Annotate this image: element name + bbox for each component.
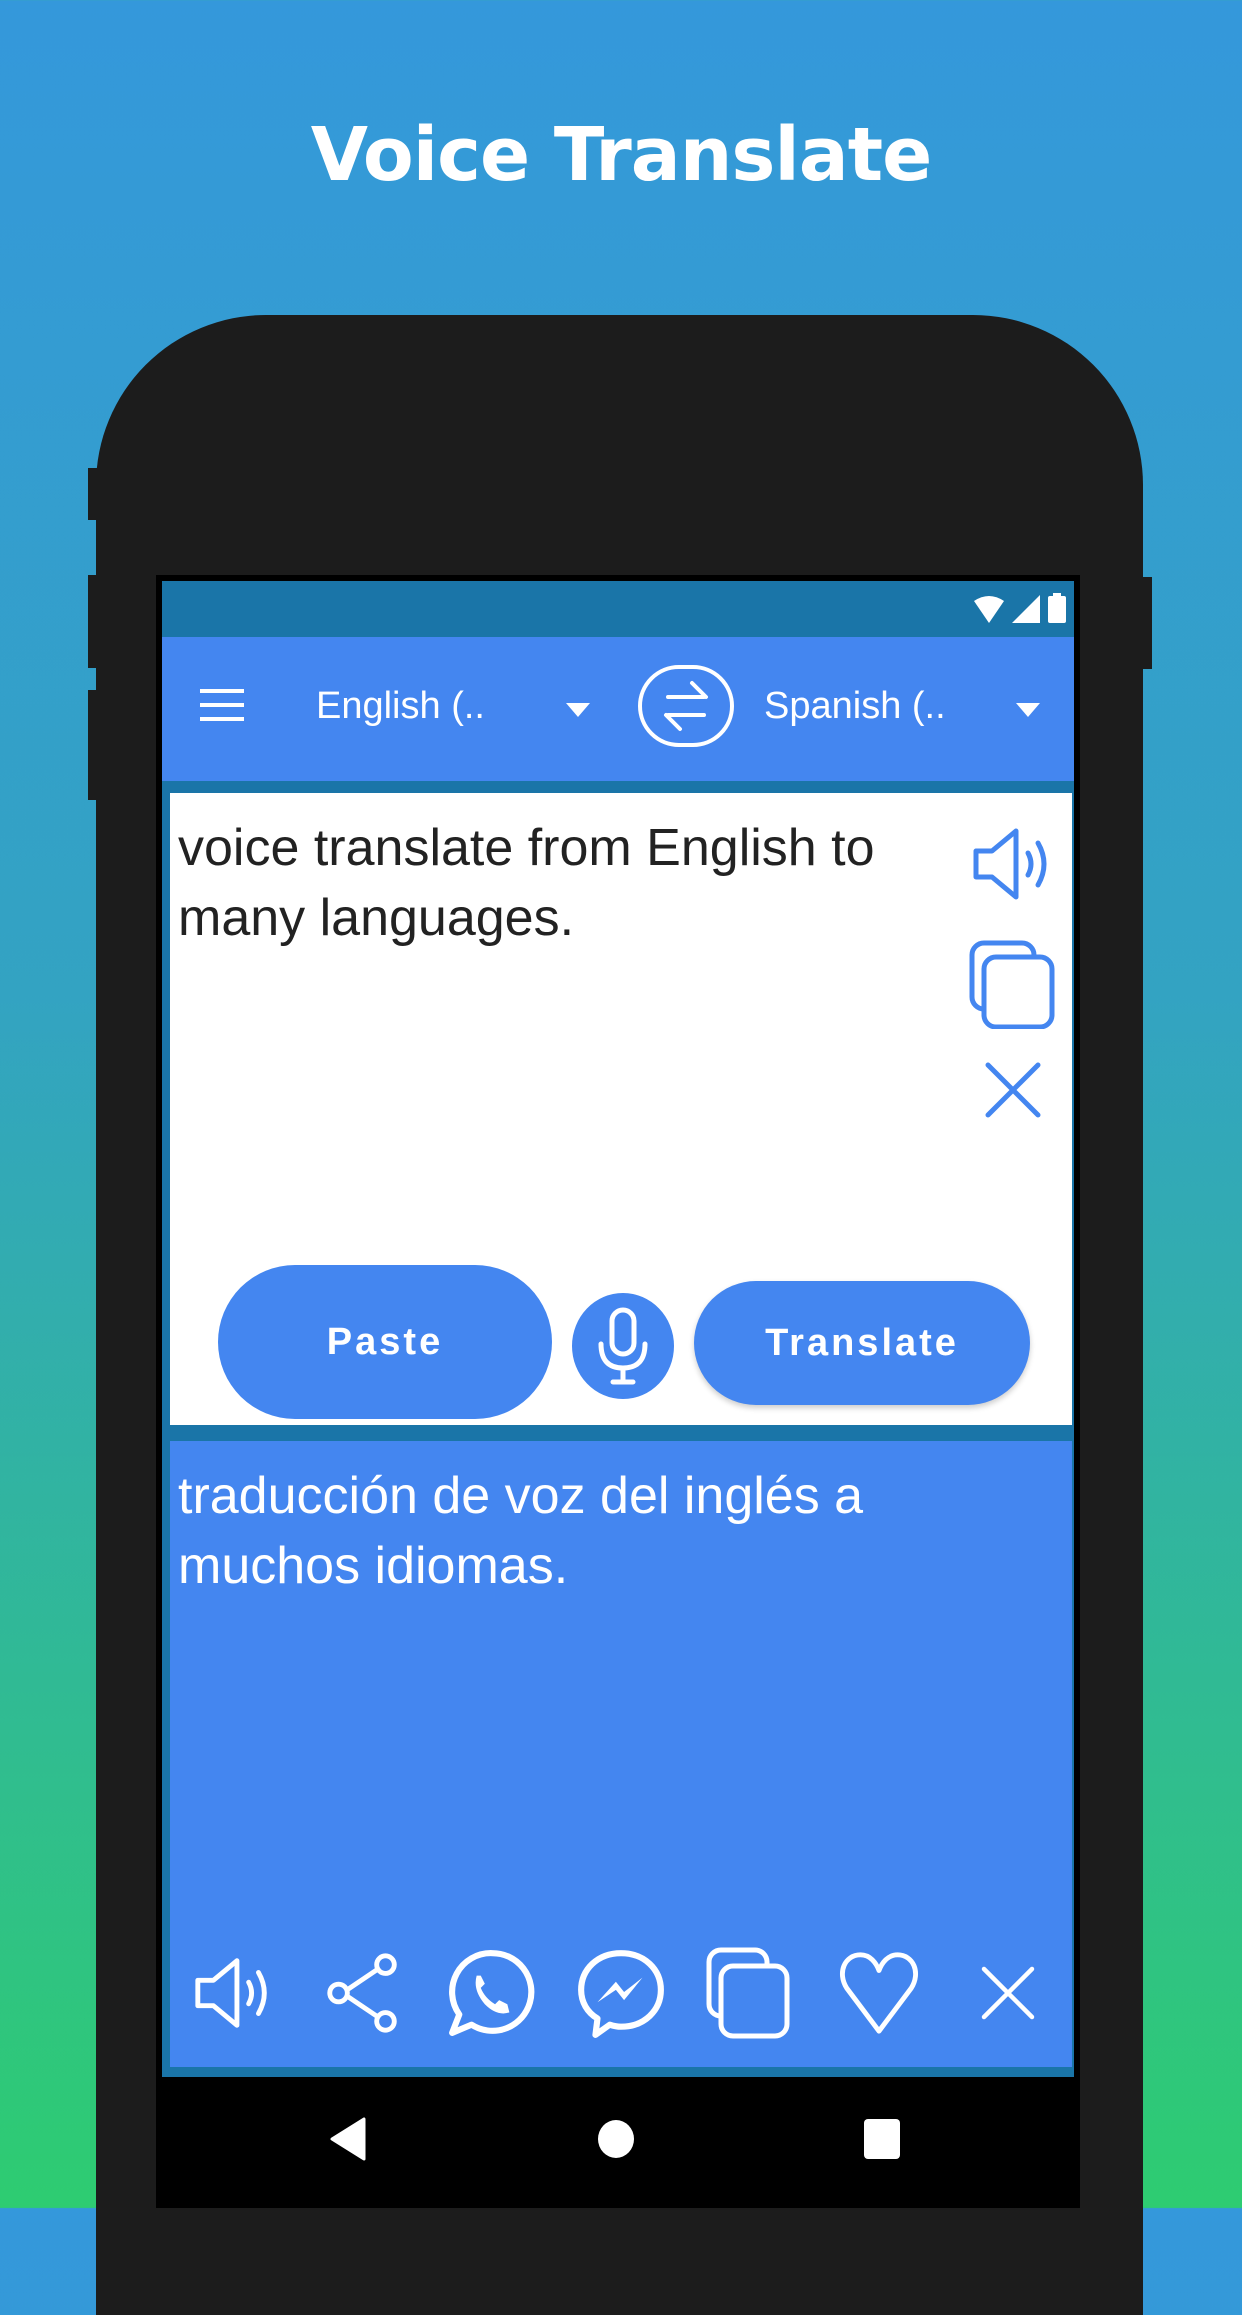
microphone-button[interactable] [572,1293,674,1399]
speaker-icon [195,1958,267,2028]
input-panel: voice translate from English to many lan… [170,793,1072,1425]
source-text-input[interactable]: voice translate from English to many lan… [178,813,938,953]
source-language-select[interactable]: English (.. [316,685,485,728]
target-language-label: Spanish (.. [764,685,946,727]
share-button[interactable] [315,1945,411,2041]
signal-icon [1012,595,1040,623]
whatsapp-button[interactable] [444,1945,540,2041]
clear-icon [981,1966,1035,2020]
source-language-label: English (.. [316,685,485,727]
whatsapp-icon [449,1950,535,2036]
back-icon[interactable] [328,2117,368,2161]
output-action-bar [186,1945,1056,2041]
status-bar [162,581,1074,637]
clear-icon[interactable] [968,1045,1058,1135]
translated-text: traducción de voz del inglés a muchos id… [178,1467,864,1595]
system-nav-bar [156,2087,1080,2208]
microphone-icon [598,1307,648,1385]
chevron-down-icon[interactable] [566,703,590,717]
promo-title: Voice Translate [310,112,933,198]
swap-languages-button[interactable] [638,665,734,747]
copy-icon [706,1947,790,2039]
app-bar: English (.. Spanish (.. [162,637,1074,781]
share-icon [327,1953,397,2033]
favorite-button[interactable] [831,1945,927,2041]
output-panel: traducción de voz del inglés a muchos id… [170,1441,1072,2067]
speaker-icon[interactable] [968,819,1058,909]
wifi-icon [974,596,1004,623]
paste-label: Paste [326,1320,444,1363]
translate-button[interactable]: Translate [694,1281,1030,1405]
clear-output-button[interactable] [960,1945,1056,2041]
phone-screen: English (.. Spanish (.. voice translate … [156,575,1080,2208]
copy-icon[interactable] [968,939,1058,1029]
paste-button[interactable]: Paste [218,1265,552,1419]
home-icon[interactable] [596,2117,636,2161]
speaker-button[interactable] [186,1945,282,2041]
copy-button[interactable] [702,1945,798,2041]
recents-icon[interactable] [862,2117,902,2161]
messenger-button[interactable] [573,1945,669,2041]
translate-label: Translate [765,1321,959,1364]
battery-icon [1048,593,1066,623]
swap-languages-icon [664,681,708,731]
chevron-down-icon[interactable] [1016,703,1040,717]
target-language-select[interactable]: Spanish (.. [764,685,946,728]
hamburger-menu-icon[interactable] [200,687,244,723]
messenger-icon [578,1950,664,2038]
favorite-heart-icon [840,1952,918,2034]
